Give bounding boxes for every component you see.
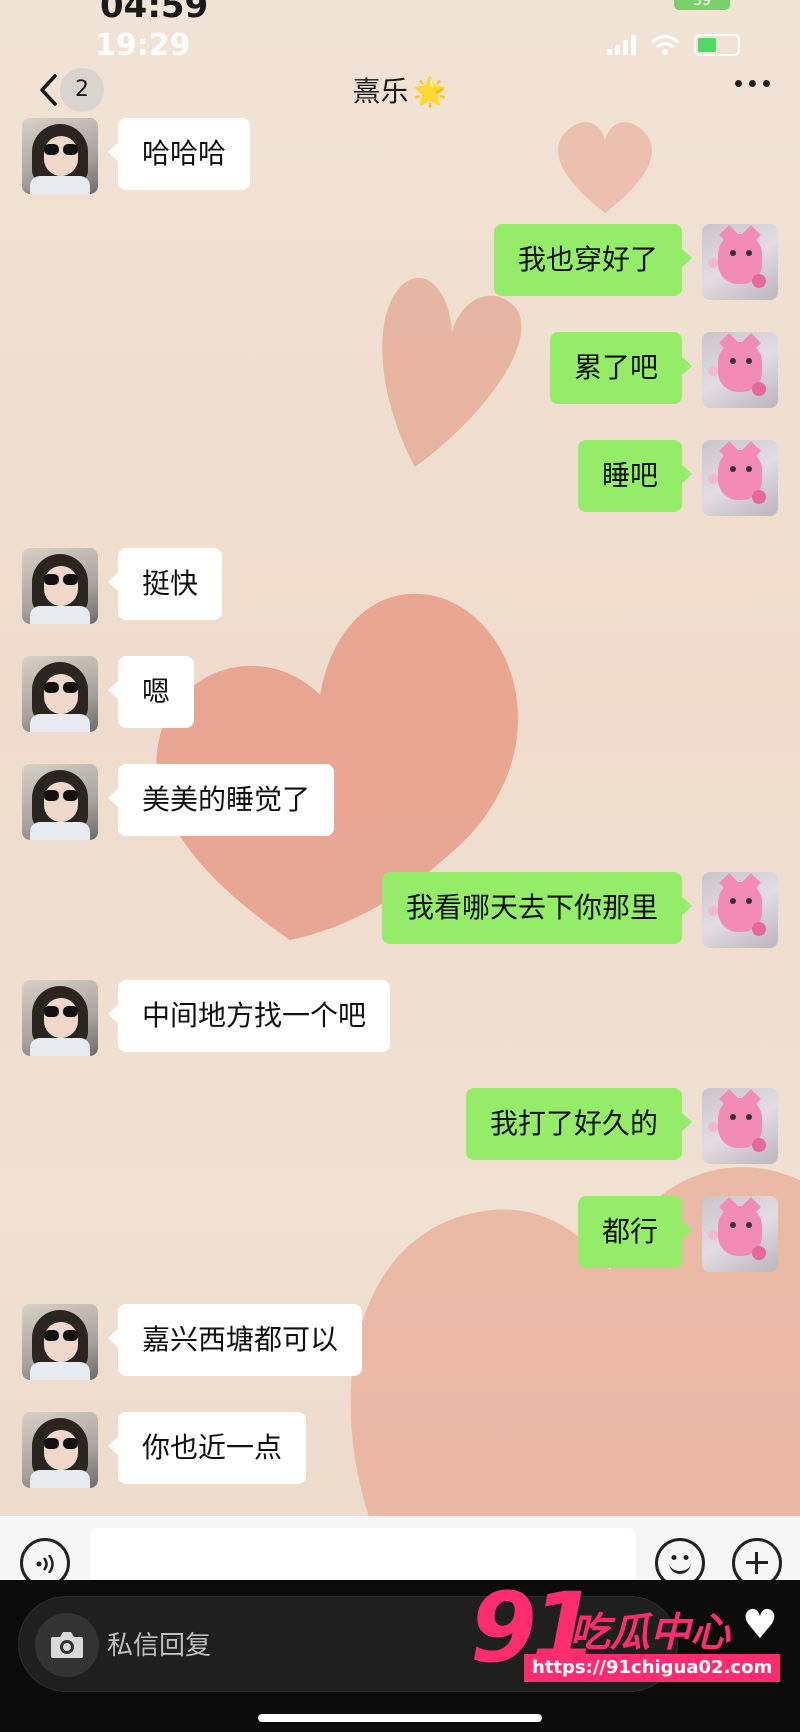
my-avatar[interactable] xyxy=(702,332,778,408)
message-composer xyxy=(0,1516,800,1588)
message-sent: 睡吧 xyxy=(577,440,778,516)
my-avatar[interactable] xyxy=(702,1088,778,1164)
message-bubble[interactable]: 挺快 xyxy=(107,548,223,620)
heart-icon: ♥ xyxy=(742,1602,778,1648)
message-received: 美美的睡觉了 xyxy=(22,764,335,840)
my-avatar[interactable] xyxy=(702,1196,778,1272)
home-indicator[interactable] xyxy=(258,1714,542,1722)
message-received: 哈哈哈 xyxy=(22,118,251,194)
voice-icon xyxy=(36,1555,54,1573)
contact-avatar[interactable] xyxy=(22,980,98,1056)
chat-header: 2 熹乐 🌟 xyxy=(0,60,800,122)
contact-avatar[interactable] xyxy=(22,656,98,732)
message-bubble[interactable]: 嘉兴西塘都可以 xyxy=(107,1304,363,1376)
message-received: 嗯 xyxy=(22,656,195,732)
message-bubble[interactable]: 我看哪天去下你那里 xyxy=(381,872,693,944)
my-avatar[interactable] xyxy=(702,224,778,300)
camera-icon xyxy=(51,1632,83,1658)
message-received: 挺快 xyxy=(22,548,223,624)
message-bubble[interactable]: 都行 xyxy=(577,1196,693,1268)
message-bubble[interactable]: 中间地方找一个吧 xyxy=(107,980,391,1052)
emoji-icon xyxy=(671,1555,689,1560)
my-avatar[interactable] xyxy=(702,440,778,516)
star-emoji-icon: 🌟 xyxy=(412,75,448,108)
status-icons xyxy=(607,34,740,56)
message-received: 你也近一点 xyxy=(22,1412,307,1488)
site-watermark: 91 吃瓜中心 ♥ https://91chigua02.com xyxy=(470,1572,790,1688)
message-sent: 我看哪天去下你那里 xyxy=(381,872,778,948)
status-time: 19:29 xyxy=(95,28,191,63)
message-bubble[interactable]: 哈哈哈 xyxy=(107,118,251,190)
contact-avatar[interactable] xyxy=(22,118,98,194)
watermark-brand: 吃瓜中心 xyxy=(570,1610,730,1656)
message-sent: 我打了好久的 xyxy=(465,1088,778,1164)
contact-avatar[interactable] xyxy=(22,764,98,840)
contact-avatar[interactable] xyxy=(22,1412,98,1488)
chat-screen: 04:59 39 19:29 2 熹乐 🌟 哈哈哈 我也穿好了 累了吧 睡吧 挺… xyxy=(0,0,800,1732)
message-sent: 累了吧 xyxy=(549,332,778,408)
chat-title: 熹乐 🌟 xyxy=(0,70,800,110)
heart-decoration-small xyxy=(557,122,653,213)
message-received: 中间地方找一个吧 xyxy=(22,980,391,1056)
outer-battery-icon: 39 xyxy=(674,0,730,10)
wifi-icon xyxy=(651,35,679,55)
signal-icon xyxy=(607,35,636,55)
battery-icon xyxy=(694,34,740,56)
private-reply-placeholder: 私信回复 xyxy=(107,1631,212,1661)
contact-name: 熹乐 xyxy=(352,75,409,108)
message-bubble[interactable]: 你也近一点 xyxy=(107,1412,307,1484)
message-bubble[interactable]: 累了吧 xyxy=(549,332,693,404)
message-bubble[interactable]: 美美的睡觉了 xyxy=(107,764,335,836)
more-dots-icon xyxy=(735,80,742,87)
contact-avatar[interactable] xyxy=(22,1304,98,1380)
more-button[interactable] xyxy=(735,80,770,87)
contact-avatar[interactable] xyxy=(22,548,98,624)
message-received: 嘉兴西塘都可以 xyxy=(22,1304,363,1380)
camera-button[interactable] xyxy=(35,1613,99,1677)
message-sent: 我也穿好了 xyxy=(493,224,778,300)
outer-status-time: 04:59 xyxy=(100,0,209,22)
message-bubble[interactable]: 我打了好久的 xyxy=(465,1088,693,1160)
outer-status-bar: 04:59 39 xyxy=(0,0,800,22)
outer-status-icons: 39 xyxy=(674,0,730,10)
message-sent: 都行 xyxy=(577,1196,778,1272)
message-bubble[interactable]: 嗯 xyxy=(107,656,195,728)
watermark-url: https://91chigua02.com xyxy=(524,1654,781,1682)
message-bubble[interactable]: 我也穿好了 xyxy=(493,224,693,296)
my-avatar[interactable] xyxy=(702,872,778,948)
message-bubble[interactable]: 睡吧 xyxy=(577,440,693,512)
